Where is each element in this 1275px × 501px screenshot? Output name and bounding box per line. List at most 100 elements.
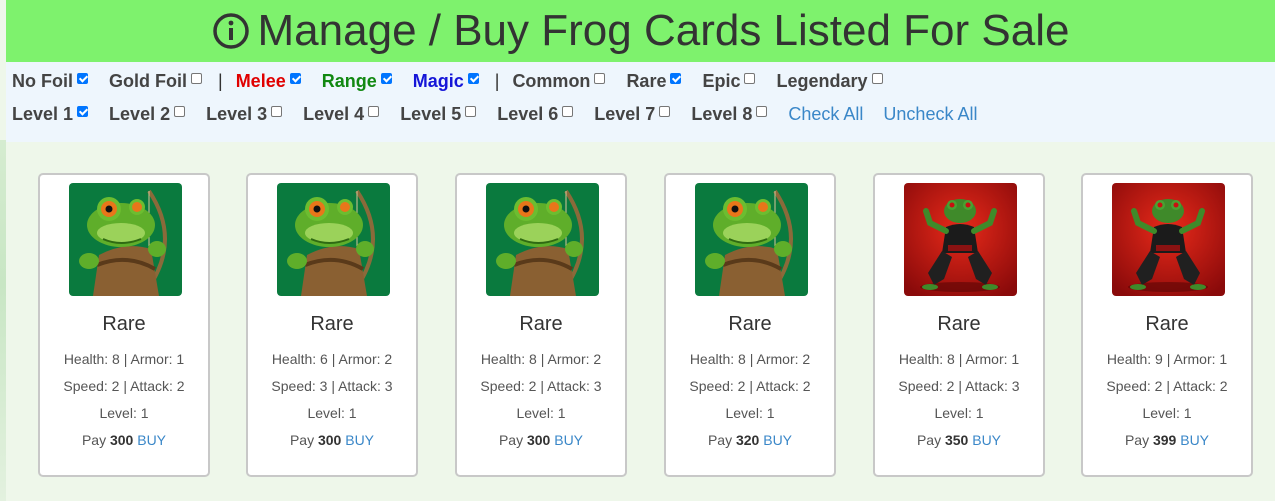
filter-rare[interactable]: Rare	[626, 70, 682, 92]
filter-checkbox[interactable]	[174, 105, 186, 117]
filter-level-8[interactable]: Level 8	[691, 103, 768, 125]
frog-card: Rare Health: 8 | Armor: 2 Speed: 2 | Attac…	[455, 173, 627, 477]
pay-label: Pay	[916, 432, 942, 448]
filter-bar: No Foil Gold Foil | Melee Range Magic | Common R…	[6, 62, 1275, 143]
filter-checkbox[interactable]	[562, 105, 574, 117]
filter-checkbox[interactable]	[465, 105, 477, 117]
filter-checkbox[interactable]	[368, 105, 380, 117]
card-rarity: Rare	[728, 313, 772, 335]
filter-label: Gold Foil	[109, 70, 187, 91]
filter-label: Melee	[235, 70, 286, 91]
frog-card: Rare Health: 6 | Armor: 2 Speed: 3 | Attac…	[246, 173, 418, 477]
pay-label: Pay	[498, 432, 524, 448]
filter-level-5[interactable]: Level 5	[400, 103, 477, 125]
filter-level-4[interactable]: Level 4	[303, 103, 380, 125]
filter-checkbox[interactable]	[289, 72, 301, 84]
filter-level-1[interactable]: Level 1	[12, 104, 89, 125]
filter-checkbox[interactable]	[594, 72, 606, 84]
card-speed-attack: Speed: 2 | Attack: 3	[480, 378, 602, 394]
filter-checkbox[interactable]	[467, 72, 479, 84]
buy-link[interactable]: BUY	[1180, 432, 1209, 448]
buy-link[interactable]: BUY	[137, 432, 166, 448]
filter-separator: |	[218, 70, 223, 91]
buy-link[interactable]: BUY	[763, 432, 792, 448]
card-level: Level: 1	[1142, 405, 1192, 421]
filter-level-7[interactable]: Level 7	[594, 104, 671, 125]
buy-link[interactable]: BUY	[345, 432, 374, 448]
fighter-frog-icon	[904, 183, 1017, 296]
card-price-row: Pay 300 BUY	[248, 432, 416, 448]
filter-checkbox[interactable]	[191, 72, 202, 84]
filter-checkbox[interactable]	[659, 105, 671, 117]
card-rarity: Rare	[519, 313, 563, 335]
filter-checkbox[interactable]	[77, 72, 88, 84]
card-speed-attack: Speed: 3 | Attack: 3	[271, 378, 393, 394]
card-health-armor: Health: 8 | Armor: 1	[898, 351, 1020, 367]
filter-row-levels: Level 1 Level 2 Level 3 Level 4 Level 5 Level…	[12, 103, 997, 125]
filter-melee[interactable]: Melee	[236, 71, 301, 92]
buy-link[interactable]: BUY	[554, 432, 583, 448]
card-level: Level: 1	[516, 405, 566, 421]
pay-label: Pay	[289, 432, 315, 448]
filter-checkbox[interactable]	[77, 105, 89, 117]
filter-checkbox[interactable]	[670, 72, 682, 84]
filter-epic[interactable]: Epic	[702, 70, 756, 92]
card-price-row: Pay 350 BUY	[875, 432, 1043, 448]
card-speed-attack: Speed: 2 | Attack: 3	[898, 378, 1020, 394]
filter-label: Level 5	[400, 103, 462, 124]
pay-label: Pay	[707, 432, 733, 448]
buy-link[interactable]: BUY	[972, 432, 1001, 448]
card-price-row: Pay 300 BUY	[457, 432, 625, 448]
filter-checkbox[interactable]	[271, 105, 283, 117]
card-level: Level: 1	[307, 405, 357, 421]
filter-magic[interactable]: Magic	[413, 71, 479, 92]
filter-no-foil[interactable]: No Foil	[12, 71, 88, 92]
filter-legendary[interactable]: Legendary	[776, 70, 883, 92]
card-level: Level: 1	[725, 405, 775, 421]
filter-checkbox[interactable]	[380, 72, 392, 84]
filter-common[interactable]: Common	[512, 71, 606, 92]
card-price-row: Pay 399 BUY	[1083, 432, 1251, 448]
card-speed-attack: Speed: 2 | Attack: 2	[1106, 378, 1228, 394]
filter-checkbox[interactable]	[871, 72, 883, 84]
filter-label: Level 8	[691, 103, 753, 124]
archer-frog-icon	[486, 183, 599, 296]
archer-frog-icon	[69, 183, 182, 296]
frog-card: Rare Health: 9 | Armor: 1 Speed: 2 | Attac…	[1081, 173, 1253, 477]
filter-label: Level 4	[303, 103, 365, 124]
archer-frog-icon	[277, 183, 390, 296]
card-rarity: Rare	[937, 313, 981, 335]
filter-label: Level 3	[206, 103, 268, 124]
filter-label: Rare	[626, 70, 667, 91]
filter-checkbox[interactable]	[756, 105, 768, 117]
card-health-armor: Health: 8 | Armor: 2	[480, 351, 602, 367]
card-speed-attack: Speed: 2 | Attack: 2	[689, 378, 811, 394]
info-circle-icon[interactable]	[212, 12, 250, 50]
filter-level-2[interactable]: Level 2	[109, 103, 186, 125]
filter-label: Level 2	[109, 103, 171, 124]
card-health-armor: Health: 9 | Armor: 1	[1106, 351, 1228, 367]
card-speed-attack: Speed: 2 | Attack: 2	[63, 378, 185, 394]
card-health-armor: Health: 8 | Armor: 2	[689, 351, 811, 367]
uncheck-all-link[interactable]: Uncheck All	[883, 104, 977, 125]
card-price-row: Pay 320 BUY	[666, 432, 834, 448]
page-header: Manage / Buy Frog Cards Listed For Sale	[6, 0, 1275, 62]
fighter-frog-icon	[1112, 183, 1225, 296]
filter-label: Level 6	[497, 103, 559, 124]
card-price: 300	[526, 432, 551, 448]
filter-gold-foil[interactable]: Gold Foil	[109, 71, 202, 92]
card-price: 399	[1152, 432, 1177, 448]
card-price: 300	[317, 432, 342, 448]
filter-level-3[interactable]: Level 3	[206, 103, 283, 125]
filter-label: Legendary	[776, 70, 868, 91]
filter-range[interactable]: Range	[322, 71, 392, 92]
pay-label: Pay	[1124, 432, 1150, 448]
archer-frog-icon	[695, 183, 808, 296]
filter-label: Range	[321, 70, 377, 91]
filter-level-6[interactable]: Level 6	[497, 103, 574, 125]
check-all-link[interactable]: Check All	[788, 104, 863, 125]
filter-checkbox[interactable]	[744, 72, 756, 84]
page-title: Manage / Buy Frog Cards Listed For Sale	[257, 6, 1070, 55]
filter-label: Epic	[702, 70, 741, 91]
filter-label: Magic	[412, 70, 464, 91]
